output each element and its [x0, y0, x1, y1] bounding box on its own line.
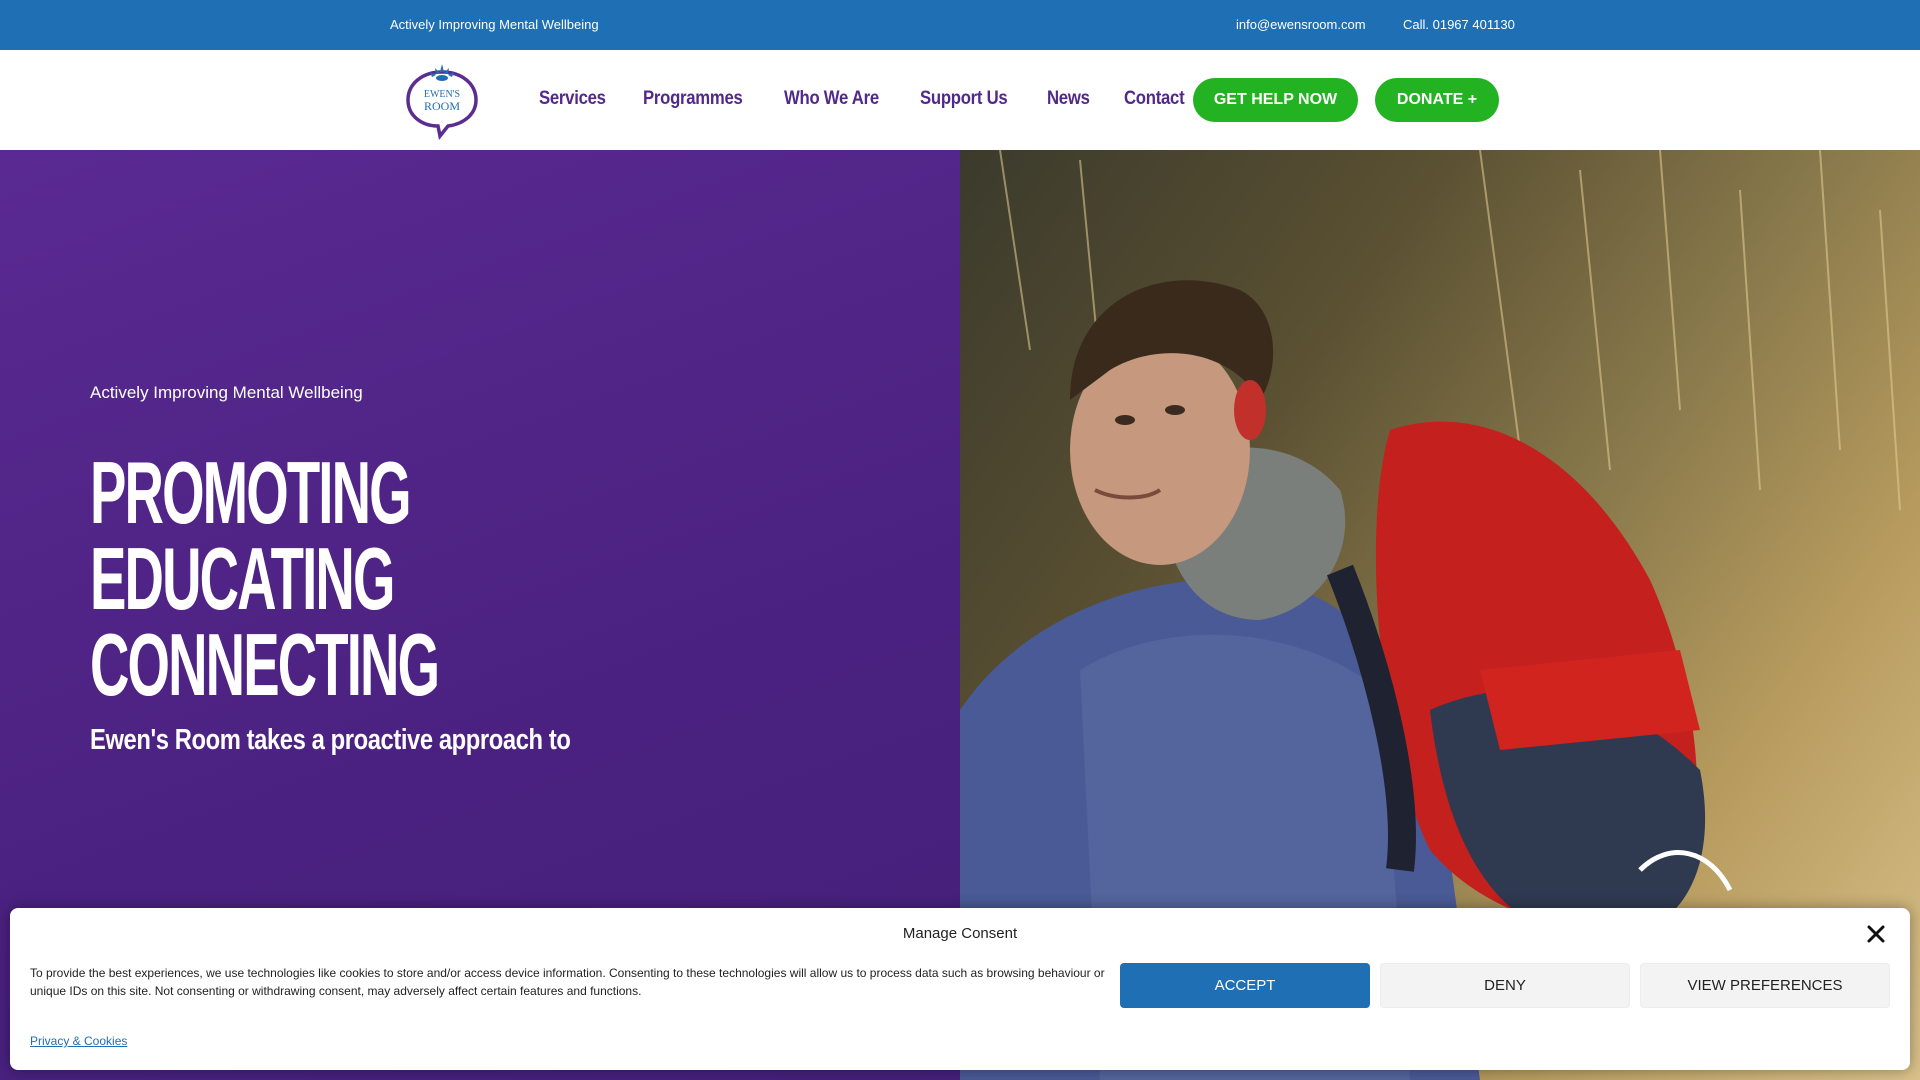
hero-lead-text: Ewen's Room takes a proactive approach t…	[90, 724, 571, 756]
donate-button[interactable]: DONATE +	[1375, 78, 1499, 122]
privacy-cookies-link[interactable]: Privacy & Cookies	[30, 1034, 127, 1048]
nav-contact[interactable]: Contact	[1124, 88, 1185, 110]
phone-link[interactable]: Call. 01967 401130	[1403, 17, 1515, 32]
hero-title-line-2: EDUCATING	[90, 529, 395, 628]
email-link[interactable]: info@ewensroom.com	[1236, 17, 1366, 32]
top-bar: Actively Improving Mental Wellbeing info…	[0, 0, 1920, 50]
topbar-tagline: Actively Improving Mental Wellbeing	[390, 17, 599, 32]
accept-button[interactable]: ACCEPT	[1120, 963, 1370, 1008]
deny-button[interactable]: DENY	[1380, 963, 1630, 1008]
consent-dialog: Manage Consent To provide the best exper…	[10, 908, 1910, 1070]
nav-news[interactable]: News	[1047, 88, 1090, 110]
hero-title-line-3: CONNECTING	[90, 615, 440, 714]
site-header: EWEN'S ROOM Services Programmes Who We A…	[0, 50, 1920, 150]
logo-text-bottom: ROOM	[424, 99, 460, 113]
hero-title: PROMOTING EDUCATING CONNECTING	[90, 443, 440, 714]
main-nav: Services Programmes Who We Are Support U…	[539, 88, 1192, 110]
nav-services[interactable]: Services	[539, 88, 606, 110]
consent-body: To provide the best experiences, we use …	[30, 966, 1105, 998]
hero-title-line-1: PROMOTING	[90, 443, 412, 542]
consent-title: Manage Consent	[902, 925, 1018, 942]
ewens-room-logo[interactable]: EWEN'S ROOM	[402, 60, 482, 140]
hero-subtitle: Actively Improving Mental Wellbeing	[90, 383, 363, 402]
get-help-now-button[interactable]: GET HELP NOW	[1193, 78, 1358, 122]
nav-who-we-are[interactable]: Who We Are	[784, 88, 879, 110]
close-icon[interactable]	[1864, 922, 1888, 946]
nav-support-us[interactable]: Support Us	[920, 88, 1008, 110]
view-preferences-button[interactable]: VIEW PREFERENCES	[1640, 963, 1890, 1008]
nav-programmes[interactable]: Programmes	[643, 88, 743, 110]
